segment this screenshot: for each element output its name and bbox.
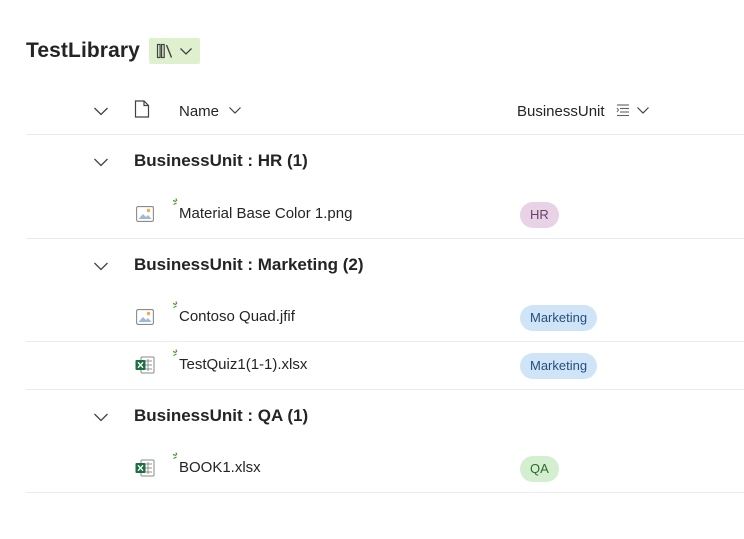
select-all-chevron-icon[interactable] [93, 106, 109, 116]
group-label: BusinessUnit : HR (1) [134, 151, 308, 170]
file-row[interactable]: BOOK1.xlsx QA [26, 444, 744, 493]
chevron-down-icon[interactable] [636, 105, 650, 115]
group-label: BusinessUnit : Marketing (2) [134, 255, 364, 274]
group-header-qa: BusinessUnit : QA (1) [26, 393, 744, 441]
file-row[interactable]: Contoso Quad.jfif Marketing [26, 293, 744, 342]
businessunit-column-header[interactable]: BusinessUnit [517, 103, 605, 121]
page-title: TestLibrary [26, 39, 140, 62]
library-view-switcher-button[interactable] [148, 38, 200, 64]
file-name-link[interactable]: TestQuiz1(1-1).xlsx [179, 356, 307, 373]
businessunit-column-label: BusinessUnit [517, 103, 605, 120]
excel-file-icon [135, 356, 155, 374]
file-row[interactable]: TestQuiz1(1-1).xlsx Marketing [26, 341, 744, 390]
file-name-link[interactable]: Material Base Color 1.png [179, 205, 352, 222]
collapse-chevron-icon[interactable] [93, 157, 109, 167]
group-header-hr: BusinessUnit : HR (1) [26, 138, 744, 186]
name-column-header[interactable]: Name [179, 103, 219, 121]
document-icon [134, 100, 150, 118]
group-header-marketing: BusinessUnit : Marketing (2) [26, 242, 744, 290]
file-name-link[interactable]: BOOK1.xlsx [179, 459, 261, 476]
excel-file-icon [135, 459, 155, 477]
group-label: BusinessUnit : QA (1) [134, 406, 309, 425]
library-books-icon [156, 43, 173, 59]
file-name-link[interactable]: Contoso Quad.jfif [179, 308, 295, 325]
businessunit-badge: HR [520, 202, 559, 228]
businessunit-badge: QA [520, 456, 559, 482]
library-header: TestLibrary [26, 36, 200, 66]
image-file-icon [136, 206, 154, 222]
group-list-icon[interactable] [616, 103, 630, 117]
collapse-chevron-icon[interactable] [93, 412, 109, 422]
businessunit-badge: Marketing [520, 353, 598, 379]
name-column-label: Name [179, 103, 220, 120]
image-file-icon [136, 309, 154, 325]
chevron-down-icon[interactable] [228, 105, 242, 115]
businessunit-badge: Marketing [520, 305, 598, 331]
document-library-view: TestLibrary Name BusinessUnit BusinessUn… [0, 0, 744, 539]
file-row[interactable]: Material Base Color 1.png HR [26, 190, 744, 239]
chevron-down-icon [179, 48, 192, 55]
column-header-row: Name BusinessUnit [26, 88, 744, 135]
collapse-chevron-icon[interactable] [93, 261, 109, 271]
